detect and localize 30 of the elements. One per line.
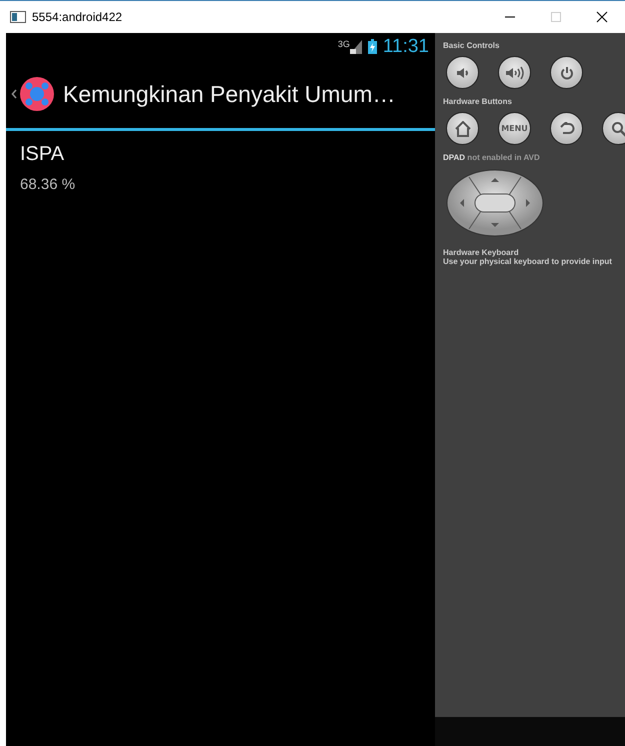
window-title: 5554:android422 (32, 10, 124, 24)
menu-button[interactable]: MENU (498, 112, 531, 145)
app-logo-icon[interactable] (19, 76, 55, 112)
app-icon (10, 11, 26, 23)
maximize-icon (550, 11, 562, 23)
back-button[interactable] (550, 112, 583, 145)
home-icon (454, 120, 472, 136)
signal-icon (350, 40, 362, 54)
volume-button[interactable] (446, 56, 479, 89)
section-label: Basic Controls (443, 41, 500, 50)
keyboard-hint: Use your physical keyboard to provide input (443, 257, 613, 266)
speaker-loud-icon (504, 66, 524, 80)
clock-time: 11:31 (382, 36, 429, 58)
battery-icon (368, 39, 377, 54)
up-caret-icon[interactable] (11, 89, 17, 99)
volume-button[interactable] (498, 56, 531, 89)
close-icon (596, 11, 608, 23)
section-label: Hardware Buttons (443, 97, 513, 106)
keyboard-label: Hardware Keyboard (443, 248, 520, 257)
back-arrow-icon (558, 122, 574, 136)
speaker-icon (456, 66, 470, 78)
search-icon (610, 120, 625, 136)
dpad-label: DPAD not enabled in AVD (443, 153, 541, 162)
power-button[interactable] (550, 56, 583, 89)
result-title: ISPA (20, 143, 66, 166)
power-icon (560, 66, 574, 80)
result-value: 68.36 % (20, 176, 76, 193)
screen-title: Kemungkinan Penyakit Umum… (63, 80, 396, 108)
network-type: 3G (338, 40, 350, 48)
home-button[interactable] (446, 112, 479, 145)
